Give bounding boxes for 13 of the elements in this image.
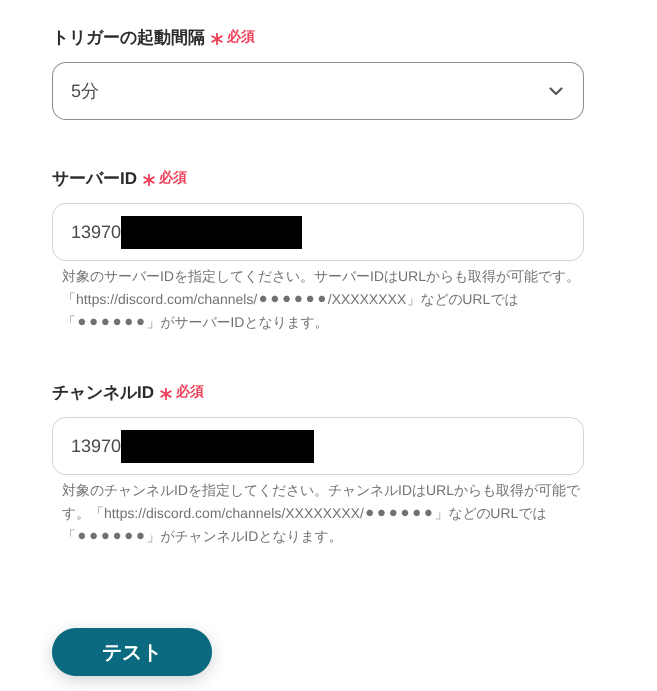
help-text: 対象のサーバーIDを指定してください。サーバーIDはURLからも取得が可能です。「https://discord.com/channels/⚫⚫⚫⚫⚫⚫/XXXXXXXX」などのURLでは「⚫⚫⚫⚫⚫⚫」がサーバーIDとなります。 xyxy=(61,267,582,332)
field-label: トリガーの起動間隔 xyxy=(52,26,205,48)
required-label: 必須 xyxy=(159,169,187,187)
chevron-down-icon xyxy=(549,86,563,96)
field-label: サーバーID xyxy=(52,168,137,190)
input-field[interactable]: 13970 xyxy=(52,203,584,261)
required-label: 必須 xyxy=(227,28,255,46)
required-label: 必須 xyxy=(176,383,204,401)
help-text: 対象のチャンネルIDを指定してください。チャンネルIDはURLからも取得が可能です。「https://discord.com/channels/XXXXXXXX/⚫⚫⚫⚫⚫⚫」などのURLでは「⚫⚫⚫⚫⚫⚫」がチャンネルIDとなります。 xyxy=(61,481,582,546)
test-button[interactable]: テスト xyxy=(52,628,212,676)
input-field[interactable]: 13970 xyxy=(52,417,584,475)
interval-select[interactable]: 5分 xyxy=(52,62,584,120)
field-label: チャンネルID xyxy=(52,382,154,404)
